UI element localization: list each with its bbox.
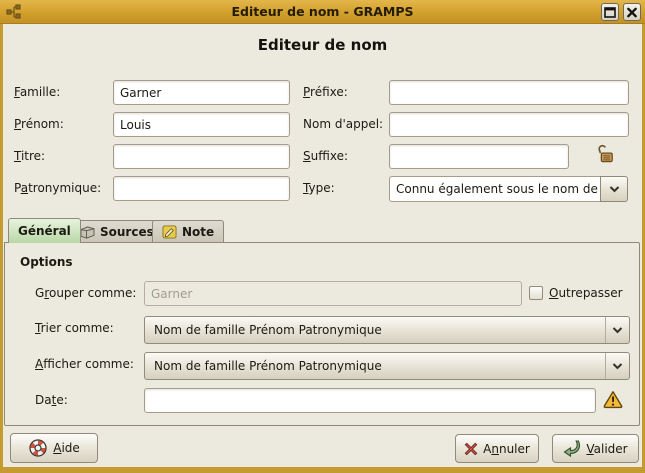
note-icon [162,225,177,239]
maximize-icon [604,7,616,18]
group-as-label: Grouper comme: [35,281,136,306]
chevron-down-icon [612,327,623,334]
display-as-label: Afficher comme: [35,352,134,377]
display-as-combobox-value: Nom de famille Prénom Patronymique [145,359,605,373]
title-label: Titre: [14,144,45,169]
tab-sources[interactable]: Sources [70,220,164,243]
close-button[interactable] [623,3,641,21]
type-combobox-value: Connu également sous le nom de [389,176,600,202]
sort-as-label: Trier comme: [35,316,114,341]
type-label: Type: [303,176,335,201]
titlebar[interactable]: Editeur de nom - GRAMPS [0,0,645,24]
sort-as-combobox-value: Nom de famille Prénom Patronymique [145,323,605,337]
tab-sources-label: Sources [100,225,154,239]
tab-note[interactable]: Note [152,220,224,243]
lifebuoy-icon [28,438,48,458]
maximize-button[interactable] [601,3,619,21]
green-arrow-icon [563,440,581,457]
family-label: Famille: [14,80,60,105]
sort-as-combobox-arrow[interactable] [605,317,629,343]
dialog-content: Editeur de nom Famille: Prénom: Titre: P… [3,24,642,467]
given-name-input[interactable] [113,112,290,137]
chevron-down-icon [609,186,620,193]
display-as-combobox[interactable]: Nom de famille Prénom Patronymique [144,352,630,380]
patronymic-label: Patronymique: [14,176,101,201]
sort-as-combobox[interactable]: Nom de famille Prénom Patronymique [144,316,630,344]
help-button-label: Aide [53,441,80,455]
open-lock-icon[interactable] [595,144,616,165]
prefix-label: Préfixe: [303,80,348,105]
tab-general-label: Général [18,224,71,238]
red-x-icon [464,442,478,456]
override-label[interactable]: Outrepasser [549,281,623,306]
book-icon [80,226,95,239]
given-name-label: Prénom: [14,112,64,137]
date-input[interactable] [144,388,596,413]
chevron-down-icon [612,363,623,370]
dialog-heading: Editeur de nom [3,36,642,54]
call-name-input[interactable] [389,112,629,137]
patronymic-input[interactable] [113,176,290,201]
call-name-label: Nom d'appel: [303,112,383,137]
title-input[interactable] [113,144,290,169]
ok-button[interactable]: Valider [552,434,639,463]
tab-general[interactable]: Général [8,218,81,243]
display-as-combobox-arrow[interactable] [605,353,629,379]
suffix-input[interactable] [389,144,569,169]
help-button[interactable]: Aide [10,433,98,463]
family-input[interactable] [113,80,290,105]
date-label: Date: [35,388,68,413]
override-checkbox[interactable] [529,286,543,300]
warning-icon[interactable] [603,390,623,409]
suffix-label: Suffixe: [303,144,348,169]
cancel-button[interactable]: Annuler [455,434,539,463]
tab-note-label: Note [182,225,214,239]
group-as-input [144,281,522,306]
ok-button-label: Valider [586,442,627,456]
cancel-button-label: Annuler [483,442,530,456]
prefix-input[interactable] [389,80,629,105]
window-title: Editeur de nom - GRAMPS [0,4,645,19]
name-editor-dialog: Editeur de nom - GRAMPS Editeur de nom F… [0,0,645,473]
type-combobox-arrow-button[interactable] [600,176,628,202]
options-section-title: Options [20,255,73,269]
close-icon [626,7,638,18]
type-combobox[interactable]: Connu également sous le nom de [389,176,628,202]
